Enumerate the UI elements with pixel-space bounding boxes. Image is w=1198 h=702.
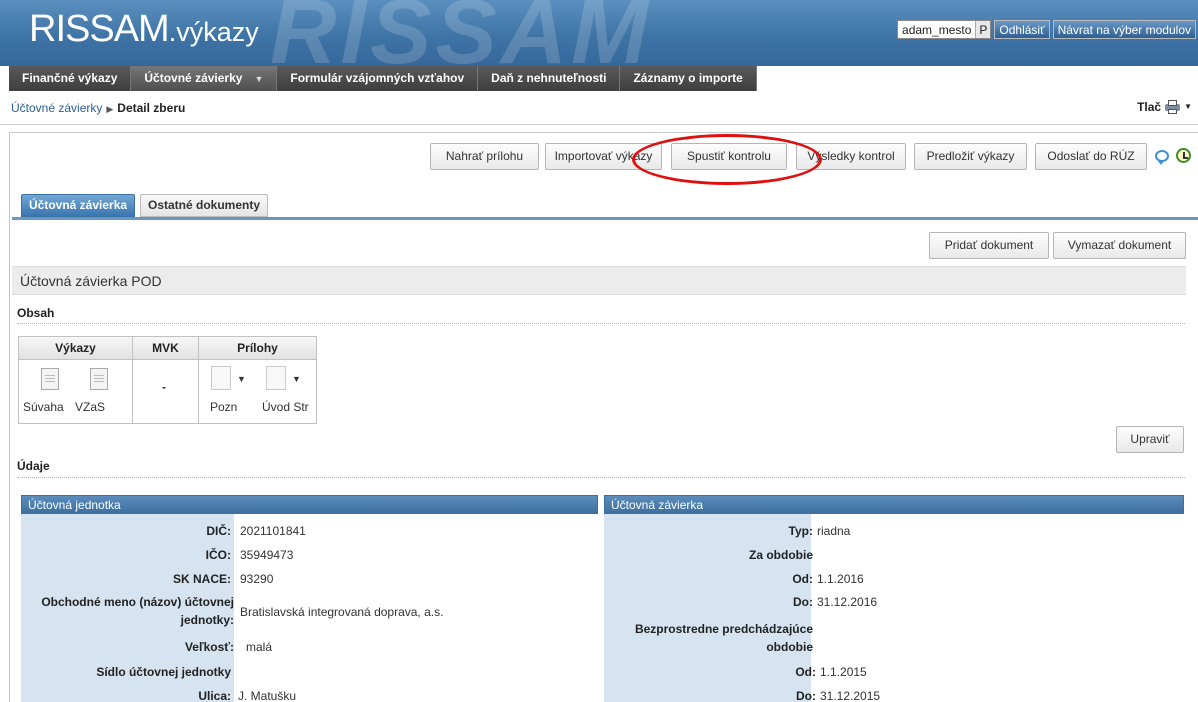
prev-from-value: 1.1.2015 (820, 665, 867, 679)
caret-down-icon[interactable]: ▼ (237, 374, 246, 384)
section-udaje: Údaje (17, 459, 50, 473)
panel-title: Účtovná závierka POD (12, 266, 1186, 295)
period-to-value: 31.12.2016 (817, 595, 878, 609)
nace-value: 93290 (240, 572, 274, 586)
back-to-modules-button[interactable]: Návrat na výber modulov (1052, 20, 1196, 39)
caret-down-icon[interactable]: ▼ (292, 374, 301, 384)
print-label: Tlač (1137, 99, 1162, 114)
user-suffix: P (975, 21, 991, 38)
breadcrumb-arrow-icon: ▶ (106, 104, 114, 114)
label-column (604, 514, 811, 702)
closing-card: Účtovná závierka Typ: riadna Za obdobie … (604, 495, 1184, 702)
prev-from-label: Od: (795, 665, 816, 679)
period-from-label: Od: (792, 572, 813, 586)
name-value: Bratislavská integrovaná doprava, a.s. (240, 605, 444, 619)
type-value: riadna (817, 524, 851, 538)
attachment-file-icon[interactable] (211, 366, 231, 390)
comment-icon[interactable] (1155, 150, 1169, 165)
nav-uctovne-zavierky[interactable]: Účtovné závierky ▼ (131, 66, 278, 91)
col-mvk: MVK (133, 337, 199, 359)
col-prilohy: Prílohy (237, 341, 278, 355)
nav-uctovne-zavierky-label: Účtovné závierky (144, 71, 243, 85)
chevron-down-icon: ▼ (254, 74, 264, 84)
closing-rows: Typ: riadna Za obdobie Od: 1.1.2016 Do: … (604, 514, 1184, 702)
add-document-button[interactable]: Pridať dokument (929, 232, 1049, 259)
period-label: Za obdobie (749, 548, 813, 562)
street-value: J. Matušku (238, 689, 297, 702)
header-watermark: RISSAM (270, 0, 652, 66)
document-icon[interactable] (90, 368, 108, 390)
type-label: Typ: (788, 524, 813, 538)
edit-button[interactable]: Upraviť (1116, 426, 1184, 453)
period-from-value: 1.1.2016 (817, 572, 864, 586)
vykaz-suvaha[interactable]: Súvaha (23, 400, 64, 414)
prev-period-label-2: obdobie (766, 640, 813, 654)
app-logo: RISSAM.výkazy (29, 10, 259, 48)
upload-attachment-button[interactable]: Nahrať prílohu (430, 143, 539, 170)
main-nav: Finančné výkazy Účtovné závierky ▼ Formul… (9, 66, 757, 91)
nav-financne-vykazy[interactable]: Finančné výkazy (9, 66, 132, 91)
col-vykazy: Výkazy (19, 337, 133, 359)
logo-main: RISSAM (29, 8, 170, 50)
nav-dan[interactable]: Daň z nehnuteľnosti (478, 66, 621, 91)
history-clock-icon[interactable] (1176, 148, 1191, 163)
prev-period-label-1: Bezprostredne predchádzajúce (634, 622, 813, 636)
vykaz-vzas[interactable]: VZaS (75, 400, 105, 414)
send-to-ruz-button[interactable]: Odoslať do RÚZ (1035, 143, 1147, 170)
logo-sub: .výkazy (168, 17, 259, 47)
accounting-unit-rows: DIČ: 2021101841 IČO: 35949473 SK NACE: 9… (21, 514, 598, 702)
dic-label: DIČ: (206, 524, 231, 538)
mvk-value: - (162, 380, 166, 394)
prilohy-cell: ▼ ▼ Pozn Úvod Str (199, 360, 316, 424)
name-label-2: jednotky: (180, 613, 234, 627)
printer-icon (1164, 99, 1181, 114)
ico-label: IČO: (205, 548, 231, 562)
section-obsah: Obsah (17, 306, 55, 320)
period-to-label: Do: (793, 595, 813, 609)
vykazy-cell: Súvaha VZaS (19, 360, 133, 424)
seat-label: Sídlo účtovnej jednotky (96, 665, 231, 679)
tab-underline (12, 217, 1198, 220)
nav-formular[interactable]: Formulár vzájomných vzťahov (277, 66, 479, 91)
dotted-divider (17, 477, 1185, 478)
divider (0, 124, 1198, 125)
print-button[interactable]: Tlač ▼ (1137, 99, 1192, 114)
name-label-1: Obchodné meno (názov) účtovnej (41, 595, 234, 609)
nace-label: SK NACE: (172, 572, 231, 586)
priloha-uvod-str[interactable]: Úvod Str (262, 400, 309, 414)
accounting-unit-card: Účtovná jednotka DIČ: 2021101841 IČO: 35… (21, 495, 598, 702)
ico-value: 35949473 (240, 548, 294, 562)
size-label: Veľkosť: (184, 640, 234, 654)
accounting-unit-title: Účtovná jednotka (21, 495, 598, 514)
breadcrumb-parent-link[interactable]: Účtovné závierky (11, 101, 102, 115)
breadcrumb: Účtovné závierky ▶ Detail zberu (11, 101, 185, 115)
chevron-down-icon: ▼ (1184, 102, 1192, 111)
documents-table-header: Výkazy MVK Prílohy (19, 337, 316, 360)
prev-to-label: Do: (796, 689, 816, 702)
app-header: RISSAM RISSAM.výkazy adam_mesto P Odhlási… (0, 0, 1198, 66)
dic-value: 2021101841 (240, 524, 306, 538)
priloha-pozn[interactable]: Pozn (210, 400, 237, 414)
user-box: adam_mesto P (897, 20, 992, 39)
highlight-annotation-ellipse (632, 134, 822, 185)
tab-uctovna-zavierka[interactable]: Účtovná závierka (21, 194, 136, 217)
document-icon[interactable] (41, 368, 59, 390)
documents-table: Výkazy MVK Prílohy Súvaha VZaS - ▼ ▼ Poz… (18, 336, 317, 424)
attachment-file-icon[interactable] (266, 366, 286, 390)
user-name: adam_mesto (902, 23, 972, 37)
tab-ostatne-dokumenty[interactable]: Ostatné dokumenty (140, 194, 269, 217)
delete-document-button[interactable]: Vymazať dokument (1053, 232, 1186, 259)
logout-button[interactable]: Odhlásiť (994, 20, 1050, 39)
submit-reports-button[interactable]: Predložiť výkazy (914, 143, 1027, 170)
mvk-cell: - (133, 360, 199, 424)
documents-table-row: Súvaha VZaS - ▼ ▼ Pozn Úvod Str (19, 360, 316, 424)
prev-to-value: 31.12.2015 (820, 689, 881, 702)
size-value: malá (246, 640, 273, 654)
nav-zaznamy[interactable]: Záznamy o importe (620, 66, 757, 91)
street-label: Ulica: (198, 689, 231, 702)
dotted-divider (17, 323, 1185, 324)
header-actions: adam_mesto P Odhlásiť Návrat na výber mod… (897, 20, 1196, 39)
breadcrumb-current: Detail zberu (117, 101, 186, 115)
closing-title: Účtovná závierka (604, 495, 1184, 514)
